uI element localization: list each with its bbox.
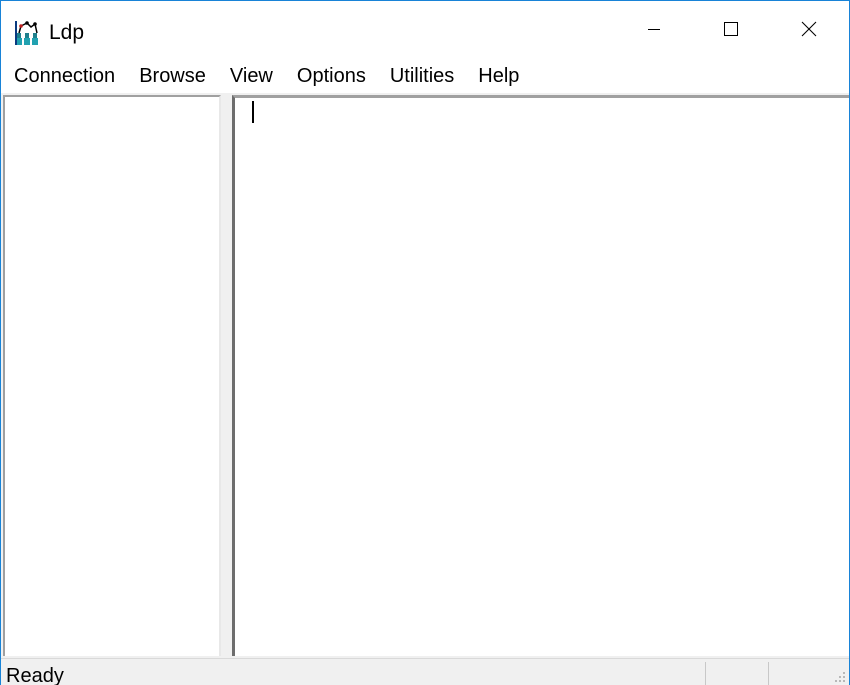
menu-view[interactable]: View bbox=[218, 61, 285, 93]
minimize-icon bbox=[646, 21, 662, 42]
resize-grip-icon[interactable] bbox=[832, 669, 846, 683]
pane-splitter[interactable] bbox=[223, 93, 231, 658]
window-title: Ldp bbox=[49, 21, 85, 44]
ldp-app-icon[interactable] bbox=[15, 20, 41, 46]
menu-help[interactable]: Help bbox=[466, 61, 531, 93]
ldp-window: Ldp Connection Browse View Options Utili… bbox=[0, 0, 850, 685]
menu-bar: Connection Browse View Options Utilities… bbox=[1, 61, 849, 93]
output-text-pane[interactable] bbox=[232, 95, 849, 656]
maximize-icon bbox=[723, 21, 739, 42]
close-button[interactable] bbox=[770, 1, 848, 61]
maximize-button[interactable] bbox=[692, 1, 770, 61]
status-bar: Ready bbox=[1, 658, 849, 685]
menu-connection[interactable]: Connection bbox=[1, 61, 127, 93]
status-panel-divider bbox=[768, 662, 769, 685]
tree-view-pane[interactable] bbox=[3, 95, 221, 656]
title-bar[interactable]: Ldp bbox=[1, 1, 849, 61]
status-text: Ready bbox=[6, 665, 64, 685]
menu-options[interactable]: Options bbox=[285, 61, 378, 93]
menu-utilities[interactable]: Utilities bbox=[378, 61, 466, 93]
client-area bbox=[1, 93, 849, 658]
close-icon bbox=[800, 20, 818, 43]
text-caret bbox=[252, 101, 254, 123]
menu-browse[interactable]: Browse bbox=[127, 61, 218, 93]
minimize-button[interactable] bbox=[615, 1, 693, 61]
status-panel-divider bbox=[705, 662, 706, 685]
